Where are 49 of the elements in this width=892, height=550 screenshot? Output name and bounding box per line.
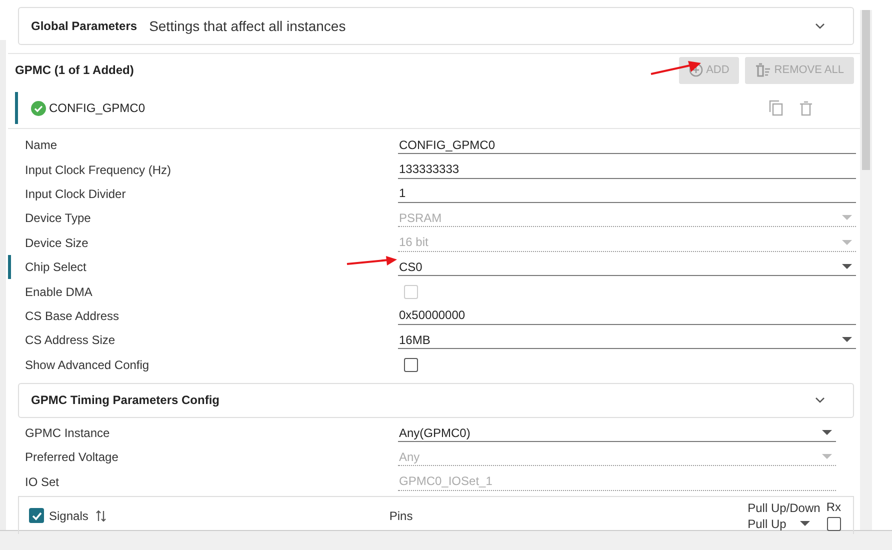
field-label: Device Size: [25, 236, 88, 250]
chevron-icon[interactable]: [815, 23, 825, 29]
caret-icon: [822, 430, 832, 436]
dropdown-field[interactable]: Pull Up: [748, 516, 820, 531]
input-field[interactable]: 1: [398, 184, 856, 203]
instance-name: CONFIG_GPMC0: [49, 101, 146, 115]
dropdown-field[interactable]: CS0: [398, 258, 856, 276]
section-title: GPMC Timing Parameters Config: [31, 393, 220, 408]
checkbox[interactable]: [29, 508, 44, 524]
field-label: Enable DMA: [25, 284, 92, 299]
dropdown-field[interactable]: Any(GPMC0): [398, 424, 836, 442]
field-label: Input Clock Frequency (Hz): [25, 162, 172, 177]
timing-parameters-panel[interactable]: GPMC Timing Parameters Config: [18, 382, 854, 418]
column-header: Rx: [826, 500, 841, 514]
annotation-arrow: [650, 60, 702, 76]
section-description: Settings that affect all instances: [149, 18, 346, 34]
caret-icon: [842, 240, 852, 245]
field-label: Preferred Voltage: [25, 450, 118, 464]
add-icon: [689, 63, 704, 77]
scrollbar[interactable]: [860, 10, 872, 530]
caret-icon: [842, 264, 852, 270]
trash-list-icon: [755, 63, 772, 77]
field-label: Device Type: [25, 211, 91, 226]
field-label: IO Set: [25, 474, 60, 489]
field-label: Input Clock Divider: [25, 186, 126, 201]
input-field[interactable]: 133333333: [398, 160, 856, 179]
module-title: GPMC (1 of 1 Added): [15, 63, 134, 77]
annotation-arrow: [346, 256, 398, 266]
column-header: Signals: [49, 508, 88, 523]
caret-icon: [800, 521, 810, 526]
field-label: Name: [25, 138, 58, 152]
checkbox[interactable]: [404, 358, 418, 372]
caret-icon: [842, 337, 852, 342]
field-label: Show Advanced Config: [25, 358, 150, 372]
global-parameters-panel[interactable]: Global Parameters Settings that affect all instances: [18, 7, 854, 45]
sort-icon[interactable]: [95, 508, 108, 523]
field-label: GPMC Instance: [25, 426, 110, 440]
column-header: Pins: [389, 508, 413, 523]
field-label: CS Base Address: [25, 308, 120, 323]
column-header: Pull Up/Down: [748, 500, 820, 515]
field-label: Chip Select: [25, 260, 86, 274]
caret-icon: [822, 454, 832, 460]
field-label: CS Address Size: [25, 333, 116, 348]
input-field[interactable]: CONFIG_GPMC0: [398, 136, 856, 154]
input-field[interactable]: 0x50000000: [398, 306, 856, 325]
chevron-icon[interactable]: [815, 397, 825, 404]
dropdown-field[interactable]: 16MB: [398, 331, 856, 350]
caret-icon: [842, 215, 852, 220]
section-title: Global Parameters: [31, 19, 138, 33]
